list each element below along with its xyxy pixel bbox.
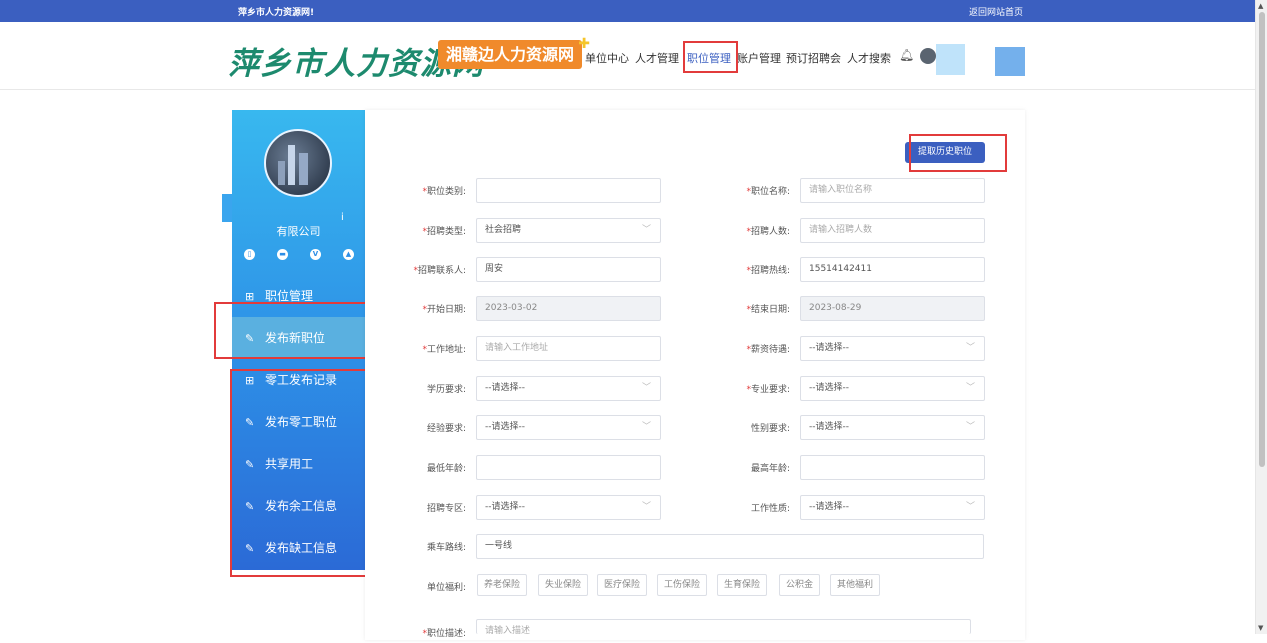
xiang-gan-badge[interactable]: 湘赣边人力资源网 ✚	[438, 36, 590, 69]
nav-book-job-fair[interactable]: 预订招聘会	[786, 50, 841, 66]
nav-talent-management[interactable]: 人才管理	[635, 50, 679, 66]
benefits-label: 单位福利:	[426, 583, 466, 593]
experience-select[interactable]: --请选择-- ﹀	[476, 415, 661, 440]
major-select[interactable]: --请选择-- ﹀	[800, 376, 985, 401]
info-icon[interactable]: i	[341, 212, 344, 223]
work-address-label: *工作地址:	[422, 345, 466, 355]
scroll-down-icon[interactable]: ▼	[1258, 624, 1263, 632]
page-scrollbar[interactable]: ▲ ▼	[1255, 0, 1267, 634]
job-category-label: *职位类别:	[422, 187, 466, 197]
company-avatar	[264, 129, 332, 197]
header-mask	[936, 36, 996, 44]
chevron-down-icon: ﹀	[965, 422, 975, 432]
education-select[interactable]: --请选择-- ﹀	[476, 376, 661, 401]
benefit-tag[interactable]: 其他福利	[830, 574, 881, 596]
verified-icon[interactable]: V	[310, 249, 321, 260]
company-name: 有限公司	[276, 225, 321, 238]
start-date-field: 2023-03-02	[476, 296, 661, 321]
header: 萍乡市人力资源网 湘赣边人力资源网 ✚ 单位中心 人才管理 职位管理 账户管理 预…	[0, 22, 1255, 90]
work-address-input[interactable]: 请输入工作地址	[476, 336, 661, 361]
bus-route-label: 乘车路线:	[426, 543, 466, 553]
job-nature-select[interactable]: --请选择-- ﹀	[800, 495, 985, 520]
benefit-tag[interactable]: 公积金	[779, 574, 821, 596]
contact-label: *招聘联系人:	[413, 266, 466, 276]
gender-select[interactable]: --请选择-- ﹀	[800, 415, 985, 440]
recruit-type-label: *招聘类型:	[422, 227, 466, 237]
bus-route-input[interactable]: 一号线	[476, 534, 984, 559]
chevron-down-icon: ﹀	[641, 502, 651, 512]
phone-icon[interactable]: ▯	[244, 249, 255, 260]
bell-icon[interactable]: 🔔︎	[899, 48, 914, 62]
nav-unit-center[interactable]: 单位中心	[585, 50, 629, 66]
major-label: *专业要求:	[746, 385, 790, 395]
start-date-label: *开始日期:	[422, 305, 466, 315]
end-date-label: *结束日期:	[746, 305, 790, 315]
end-date-field: 2023-08-29	[800, 296, 985, 321]
site-name: 萍乡市人力资源网!	[238, 8, 315, 18]
hotline-input[interactable]: 15514142411	[800, 257, 985, 282]
job-category-field[interactable]	[476, 178, 661, 203]
description-label: *职位描述:	[422, 629, 466, 639]
benefit-tag[interactable]: 医疗保险	[597, 574, 648, 596]
benefit-tag[interactable]: 生育保险	[717, 574, 768, 596]
min-age-label: 最低年龄:	[426, 464, 466, 474]
job-nature-label: 工作性质:	[750, 504, 790, 514]
highlight-new-job	[214, 302, 383, 359]
chevron-down-icon: ﹀	[965, 343, 975, 353]
chevron-down-icon: ﹀	[641, 422, 651, 432]
hotline-label: *招聘热线:	[746, 266, 790, 276]
recruit-count-label: *招聘人数:	[746, 227, 790, 237]
highlight-history-button	[909, 134, 1007, 172]
image-icon[interactable]: ▲	[343, 249, 354, 260]
header-placeholder-block	[936, 44, 965, 75]
header-placeholder-block-2	[995, 47, 1025, 76]
zone-select[interactable]: --请选择-- ﹀	[476, 495, 661, 520]
chevron-down-icon: ﹀	[641, 383, 651, 393]
zone-label: 招聘专区:	[426, 504, 466, 514]
highlight-nav	[683, 41, 738, 73]
salary-select[interactable]: --请选择-- ﹀	[800, 336, 985, 361]
max-age-label: 最高年龄:	[750, 464, 790, 474]
mail-icon[interactable]: ▬	[277, 249, 288, 260]
chevron-down-icon: ﹀	[641, 225, 651, 235]
education-label: 学历要求:	[426, 385, 466, 395]
scroll-thumb[interactable]	[1259, 12, 1265, 467]
job-name-label: *职位名称:	[746, 187, 790, 197]
nav-account-management[interactable]: 账户管理	[737, 50, 781, 66]
gender-label: 性别要求:	[750, 424, 790, 434]
nav-talent-search[interactable]: 人才搜索	[847, 50, 891, 66]
min-age-input[interactable]	[476, 455, 661, 480]
scroll-up-icon[interactable]: ▲	[1258, 2, 1263, 10]
benefit-tag[interactable]: 工伤保险	[657, 574, 708, 596]
salary-label: *薪资待遇:	[746, 345, 790, 355]
job-name-input[interactable]: 请输入职位名称	[800, 178, 985, 203]
description-textarea[interactable]: 请输入描述	[476, 619, 971, 636]
benefit-tag[interactable]: 失业保险	[538, 574, 589, 596]
sidebar-icons: ▯ ▬ V ▲	[244, 249, 354, 260]
recruit-type-select[interactable]: 社会招聘 ﹀	[476, 218, 661, 243]
user-avatar[interactable]	[920, 48, 936, 64]
contact-input[interactable]: 周安	[476, 257, 661, 282]
experience-label: 经验要求:	[426, 424, 466, 434]
max-age-input[interactable]	[800, 455, 985, 480]
chevron-down-icon: ﹀	[965, 383, 975, 393]
recruit-count-input[interactable]: 请输入招聘人数	[800, 218, 985, 243]
benefit-tag[interactable]: 养老保险	[477, 574, 528, 596]
top-bar: 萍乡市人力资源网! 返回网站首页	[0, 0, 1255, 22]
chevron-down-icon: ﹀	[965, 502, 975, 512]
home-link[interactable]: 返回网站首页	[969, 5, 1023, 18]
